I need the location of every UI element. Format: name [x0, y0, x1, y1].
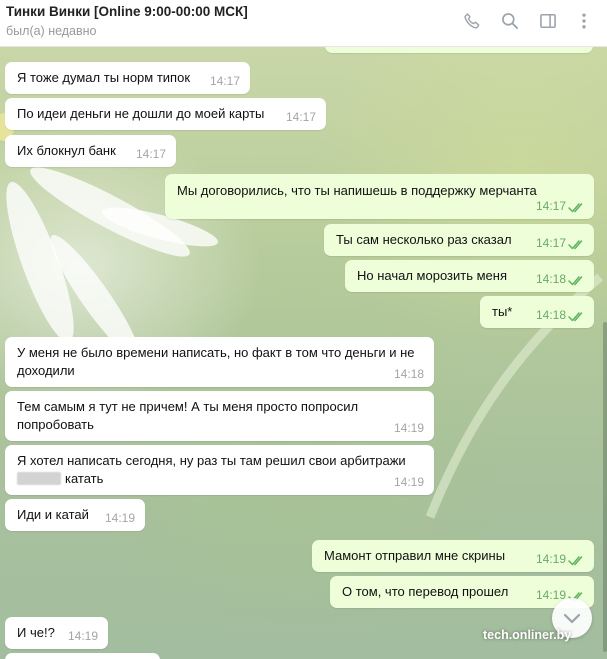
message-time: 14:18 [535, 272, 566, 286]
read-check-icon [568, 556, 583, 566]
read-check-icon [568, 203, 583, 213]
message-incoming[interactable]: Я хотел написать сегодня, ну раз ты там … [5, 445, 434, 495]
chat-title[interactable]: Тинки Винки [Online 9:00-00:00 МСК] [6, 4, 248, 19]
message-outgoing[interactable]: Мы договорились, что ты напишешь в подде… [165, 174, 594, 219]
message-outgoing[interactable]: О том, что перевод прошел 14:19 [330, 576, 594, 608]
read-check-icon [568, 276, 583, 286]
message-time: 14:19 [393, 475, 424, 489]
watermark: tech.onliner.by [483, 628, 572, 642]
read-check-icon [568, 240, 583, 250]
message-incoming[interactable]: И че!? 14:19 [5, 617, 108, 649]
message-time: 14:17 [535, 236, 566, 250]
read-check-icon [568, 312, 583, 322]
message-list[interactable]: Я тоже думал ты норм типок 14:17 По идеи… [0, 47, 607, 659]
message-text: Я хотел написать сегодня, ну раз ты там … [17, 452, 422, 488]
message-time: 14:17 [209, 74, 240, 88]
message-text: Тем самым я тут не причем! А ты меня про… [17, 399, 359, 432]
message-time: 14:17 [285, 110, 316, 124]
message-text: По идеи деньги не дошли до моей карты [17, 106, 265, 121]
message-text-after: катать [65, 471, 104, 486]
message-incoming[interactable]: Тем самым я тут не причем! А ты меня про… [5, 391, 434, 441]
sidebar-toggle-icon[interactable] [537, 10, 559, 32]
message-outgoing[interactable]: ты* 14:18 [480, 296, 594, 328]
message-text: У меня не было времени написать, но факт… [17, 345, 415, 378]
chevron-down-icon [563, 613, 581, 624]
message-text: Я тоже думал ты норм типок [17, 70, 191, 85]
message-bubble-partial [5, 653, 160, 659]
message-time: 14:17 [535, 199, 566, 213]
message-incoming[interactable]: У меня не было времени написать, но факт… [5, 337, 434, 387]
message-time: 14:19 [104, 511, 135, 525]
message-text: Мы договорились, что ты напишешь в подде… [177, 183, 537, 198]
message-incoming[interactable]: Иди и катай 14:19 [5, 499, 145, 531]
message-outgoing[interactable]: Ты сам несколько раз сказал 14:17 [324, 224, 594, 256]
message-outgoing[interactable]: Но начал морозить меня 14:18 [345, 260, 594, 292]
message-time: 14:19 [535, 552, 566, 566]
message-time: 14:19 [67, 629, 98, 643]
message-bubble-partial [325, 47, 593, 53]
scrollbar[interactable] [603, 322, 607, 652]
message-outgoing[interactable]: Мамонт отправил мне скрины 14:19 [312, 540, 594, 572]
chat-status: был(а) недавно [6, 24, 97, 38]
search-icon[interactable] [499, 10, 521, 32]
phone-icon[interactable] [461, 10, 483, 32]
message-time: 14:18 [393, 367, 424, 381]
message-text-before: Я хотел написать сегодня, ну раз ты там … [17, 453, 406, 468]
message-time: 14:18 [535, 308, 566, 322]
message-time: 14:17 [135, 147, 166, 161]
more-vertical-icon[interactable] [573, 10, 595, 32]
chat-header: Тинки Винки [Online 9:00-00:00 МСК] был(… [0, 0, 607, 47]
message-time: 14:19 [393, 421, 424, 435]
message-incoming[interactable]: По идеи деньги не дошли до моей карты 14… [5, 98, 326, 130]
message-incoming[interactable]: Их блокнул банк 14:17 [5, 135, 176, 167]
redacted-text [17, 472, 61, 485]
message-incoming[interactable]: Я тоже думал ты норм типок 14:17 [5, 62, 250, 94]
